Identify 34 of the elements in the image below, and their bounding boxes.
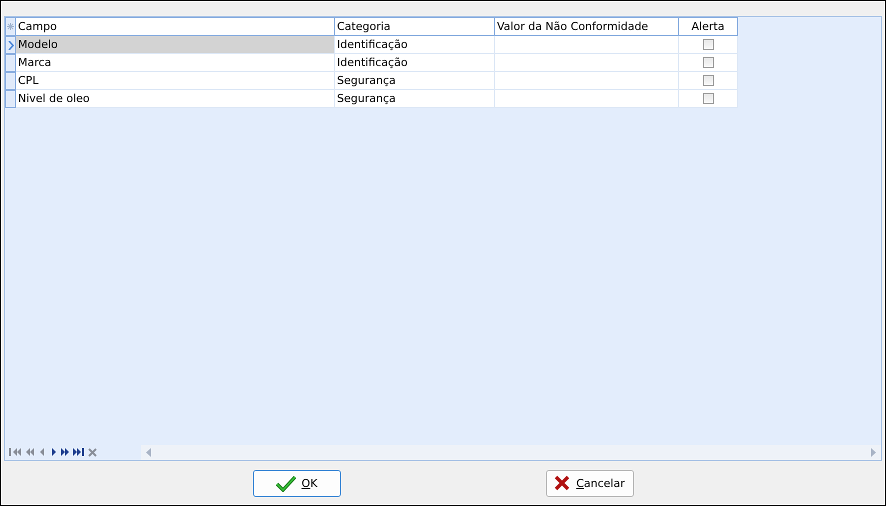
last-record-icon[interactable] [72, 447, 85, 457]
first-record-icon[interactable] [8, 447, 22, 457]
column-header[interactable]: Valor da Não Conformidade [495, 17, 679, 36]
scroll-left-icon[interactable] [146, 448, 152, 456]
table-cell: CPL [16, 72, 335, 90]
alert-checkbox[interactable] [702, 75, 714, 86]
scroll-right-icon[interactable] [870, 448, 876, 456]
table-cell: Nivel de oleo [16, 90, 335, 108]
table-cell: Identificação [335, 36, 495, 54]
cancel-edit-icon[interactable] [87, 447, 98, 457]
alert-checkbox[interactable] [702, 57, 714, 68]
next-page-record-icon[interactable] [59, 447, 70, 457]
new-row-icon [7, 23, 14, 30]
alert-checkbox[interactable] [702, 93, 714, 104]
column-header[interactable]: Categoria [335, 17, 495, 36]
current-row-icon [8, 40, 14, 50]
column-header[interactable]: Campo [16, 17, 335, 36]
row-indicator[interactable] [5, 72, 16, 90]
cancel-button[interactable]: Cancelar [546, 470, 634, 496]
table-cell: Segurança [335, 72, 495, 90]
row-indicator[interactable] [5, 36, 16, 54]
cross-icon [554, 475, 570, 491]
table-cell: Modelo [16, 36, 335, 54]
table-cell: Identificação [335, 54, 495, 72]
column-header[interactable]: Alerta [679, 17, 738, 36]
table-cell: Marca [16, 54, 335, 72]
row-indicator[interactable] [5, 54, 16, 72]
prev-page-record-icon[interactable] [24, 447, 35, 457]
alert-checkbox[interactable] [702, 39, 714, 50]
ok-button[interactable]: OK [252, 470, 340, 496]
horizontal-scrollbar[interactable] [141, 444, 881, 460]
row-indicator[interactable] [5, 90, 16, 108]
table-cell: Segurança [335, 90, 495, 108]
checkmark-icon [276, 474, 296, 492]
